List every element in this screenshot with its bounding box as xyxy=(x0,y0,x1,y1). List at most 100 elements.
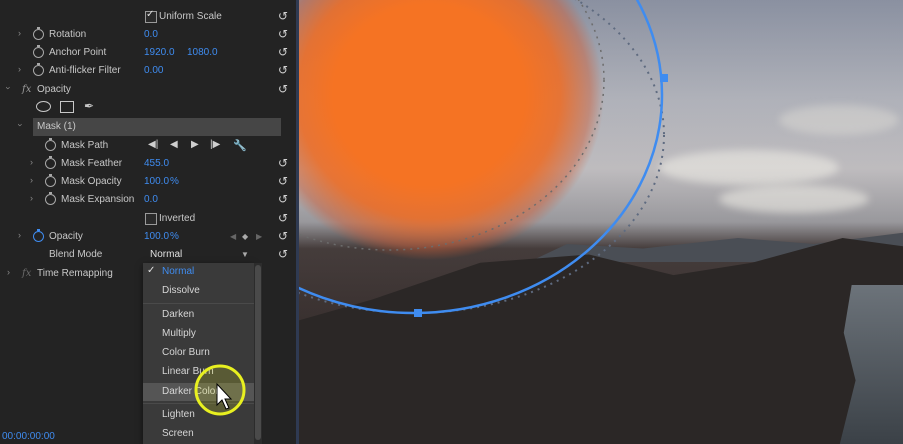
blend-option-normal[interactable]: ✓ Normal xyxy=(143,263,254,281)
reset-icon[interactable]: ↺ xyxy=(276,175,290,188)
chevron-down-icon[interactable]: › xyxy=(16,124,26,127)
mask-feather-value[interactable]: 455.0 xyxy=(144,158,169,169)
play-icon[interactable]: ▶ xyxy=(191,139,199,150)
mask-overlay xyxy=(299,0,668,317)
anti-flicker-label: Anti-flicker Filter xyxy=(49,65,121,76)
rotation-row: › Rotation 0.0 ↺ xyxy=(0,26,296,44)
reset-icon[interactable]: ↺ xyxy=(276,46,290,59)
mask-expansion-value[interactable]: 0.0 xyxy=(144,194,158,205)
anchor-point-label: Anchor Point xyxy=(49,47,107,58)
rotation-label: Rotation xyxy=(49,29,87,40)
mask-header[interactable]: Mask (1) xyxy=(33,118,281,136)
reset-icon[interactable]: ↺ xyxy=(276,230,290,243)
chevron-right-icon[interactable]: › xyxy=(18,230,21,240)
opacity-label: Opacity xyxy=(49,231,83,242)
timecode-bar: 00:00:00:00 xyxy=(0,430,140,444)
opacity-unit: % xyxy=(170,231,179,242)
mask-opacity-value[interactable]: 100.0 xyxy=(144,176,169,187)
blend-mode-select[interactable]: Normal xyxy=(150,249,182,260)
wrench-icon[interactable]: 🔧 xyxy=(233,139,247,152)
reset-icon[interactable]: ↺ xyxy=(276,10,290,23)
blend-option-darker-color[interactable]: Darker Color xyxy=(143,383,254,401)
pen-mask-icon[interactable]: ✒ xyxy=(84,99,94,113)
reset-icon[interactable]: ↺ xyxy=(276,157,290,170)
blend-mode-row: Blend Mode Normal ▼ ↺ xyxy=(0,246,296,264)
stopwatch-icon[interactable] xyxy=(45,174,56,187)
timecode[interactable]: 00:00:00:00 xyxy=(2,431,55,442)
menu-separator xyxy=(143,303,254,304)
chevron-right-icon[interactable]: › xyxy=(30,175,33,185)
fx-icon[interactable]: fx xyxy=(22,84,31,95)
mask-expansion-label: Mask Expansion xyxy=(61,194,135,205)
option-label: Dissolve xyxy=(162,285,200,296)
blend-option-darken[interactable]: Darken xyxy=(143,306,254,324)
opacity-group-row[interactable]: › fx Opacity ↺ xyxy=(0,81,296,99)
anti-flicker-row: › Anti-flicker Filter 0.00 ↺ xyxy=(0,62,296,80)
reset-icon[interactable]: ↺ xyxy=(276,28,290,41)
opacity-group-label: Opacity xyxy=(37,84,71,95)
stopwatch-icon[interactable] xyxy=(45,156,56,169)
chevron-right-icon[interactable]: › xyxy=(30,193,33,203)
mask-opacity-row: › Mask Opacity 100.0 % ↺ xyxy=(0,173,296,191)
stopwatch-icon[interactable] xyxy=(33,229,44,242)
mask-tools-row: ✒ xyxy=(0,99,296,117)
reset-icon[interactable]: ↺ xyxy=(276,248,290,261)
mask-path-label: Mask Path xyxy=(61,140,109,151)
chevron-down-icon[interactable]: ▼ xyxy=(241,250,249,259)
option-label: Screen xyxy=(162,428,194,439)
anchor-point-y[interactable]: 1080.0 xyxy=(187,47,218,58)
blend-option-lighten[interactable]: Lighten xyxy=(143,406,254,424)
opacity-row: › Opacity 100.0 % ◀ ◆ ▶ ↺ xyxy=(0,228,296,246)
chevron-right-icon[interactable]: › xyxy=(30,157,33,167)
opacity-value[interactable]: 100.0 xyxy=(144,231,169,242)
blend-option-color-burn[interactable]: Color Burn xyxy=(143,344,254,362)
anchor-point-x[interactable]: 1920.0 xyxy=(144,47,175,58)
reset-icon[interactable]: ↺ xyxy=(276,83,290,96)
chevron-right-icon[interactable]: › xyxy=(18,28,21,38)
fx-icon[interactable]: fx xyxy=(22,268,31,279)
step-backward-icon[interactable]: ◀ xyxy=(170,139,178,150)
inverted-checkbox[interactable] xyxy=(145,213,157,225)
mask-vertex-handle[interactable] xyxy=(414,309,422,317)
mask-ellipse-outline[interactable] xyxy=(299,0,664,315)
program-monitor xyxy=(299,0,903,444)
time-remapping-label: Time Remapping xyxy=(37,268,113,279)
reset-icon[interactable]: ↺ xyxy=(276,193,290,206)
mask-label: Mask (1) xyxy=(37,121,76,132)
reset-icon[interactable]: ↺ xyxy=(276,212,290,225)
stopwatch-icon[interactable] xyxy=(45,138,56,151)
reset-icon[interactable]: ↺ xyxy=(276,64,290,77)
next-keyframe-icon[interactable]: ▶ xyxy=(256,232,262,241)
blend-mode-label: Blend Mode xyxy=(49,249,103,260)
blend-option-linear-burn[interactable]: Linear Burn xyxy=(143,363,254,381)
option-label: Normal xyxy=(162,266,195,277)
chevron-right-icon[interactable]: › xyxy=(18,64,21,74)
blend-option-multiply[interactable]: Multiply xyxy=(143,325,254,343)
ellipse-mask-icon[interactable] xyxy=(36,101,51,112)
option-label: Darken xyxy=(162,309,195,320)
feather-inner-outline[interactable] xyxy=(299,0,605,251)
add-keyframe-icon[interactable]: ◆ xyxy=(242,232,248,241)
stopwatch-icon[interactable] xyxy=(33,27,44,40)
stopwatch-icon[interactable] xyxy=(33,45,44,58)
mask-vertex-handle[interactable] xyxy=(660,74,668,82)
rectangle-mask-icon[interactable] xyxy=(60,101,74,113)
stopwatch-icon[interactable] xyxy=(45,192,56,205)
track-forward-icon[interactable]: |▶ xyxy=(210,139,220,150)
blend-option-dissolve[interactable]: Dissolve xyxy=(143,282,254,300)
menu-separator xyxy=(143,403,254,404)
dropdown-scroll-thumb[interactable] xyxy=(255,265,261,440)
option-label: Lighten xyxy=(162,409,195,420)
mask-opacity-label: Mask Opacity xyxy=(61,176,122,187)
blend-option-screen[interactable]: Screen xyxy=(143,425,254,443)
anti-flicker-value[interactable]: 0.00 xyxy=(144,65,163,76)
prev-keyframe-icon[interactable]: ◀ xyxy=(230,232,236,241)
mask-feather-label: Mask Feather xyxy=(61,158,123,169)
chevron-right-icon[interactable]: › xyxy=(7,267,10,277)
rotation-value[interactable]: 0.0 xyxy=(144,29,158,40)
track-backward-icon[interactable]: ◀| xyxy=(148,139,158,150)
chevron-down-icon[interactable]: › xyxy=(4,87,14,90)
feather-outer-outline[interactable] xyxy=(299,0,665,314)
uniform-scale-checkbox[interactable] xyxy=(145,9,157,23)
stopwatch-icon[interactable] xyxy=(33,63,44,76)
